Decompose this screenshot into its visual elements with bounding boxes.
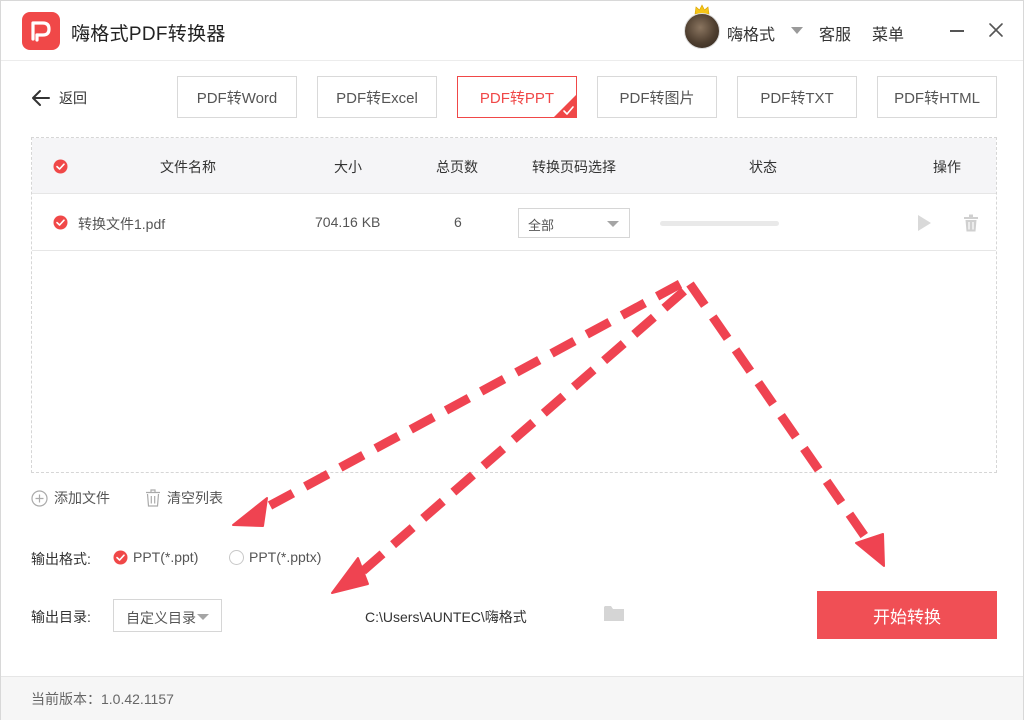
output-dir-select[interactable]: 自定义目录 bbox=[113, 599, 222, 632]
trash-icon[interactable] bbox=[963, 214, 979, 232]
output-dir-label: 输出目录: bbox=[31, 609, 91, 625]
table-header: 文件名称 大小 总页数 转换页码选择 状态 操作 bbox=[32, 138, 996, 194]
clear-list-button[interactable]: 清空列表 bbox=[145, 488, 223, 508]
select-all-checkbox[interactable] bbox=[53, 159, 68, 174]
conversion-progress bbox=[660, 221, 779, 226]
output-dir-path: C:\Users\AUNTEC\嗨格式 bbox=[365, 609, 527, 625]
format-radio-pptx[interactable]: PPT(*.pptx) bbox=[229, 549, 321, 565]
app-window: 嗨格式PDF转换器 嗨格式 客服 菜单 返回 PDF转Word PDF转Exce… bbox=[0, 0, 1024, 720]
file-name: 转换文件1.pdf bbox=[78, 216, 166, 232]
back-label: 返回 bbox=[59, 90, 87, 106]
add-file-button[interactable]: 添加文件 bbox=[31, 488, 110, 508]
menu-link[interactable]: 菜单 bbox=[872, 21, 904, 45]
output-dir-mode: 自定义目录 bbox=[126, 610, 196, 626]
start-convert-button[interactable]: 开始转换 bbox=[817, 591, 997, 639]
title-bar: 嗨格式PDF转换器 嗨格式 客服 菜单 bbox=[1, 1, 1023, 61]
tab-pdf-to-html[interactable]: PDF转HTML bbox=[877, 76, 997, 118]
file-size: 704.16 KB bbox=[315, 214, 381, 230]
check-icon bbox=[113, 550, 128, 564]
footer: 当前版本：1.0.42.1157 bbox=[1, 676, 1023, 720]
play-icon[interactable] bbox=[916, 214, 932, 232]
tab-pdf-to-image[interactable]: PDF转图片 bbox=[597, 76, 717, 118]
radio-circle-icon bbox=[229, 549, 244, 565]
tab-pdf-to-ppt-label: PDF转PPT bbox=[479, 89, 555, 107]
clear-list-label: 清空列表 bbox=[167, 490, 223, 506]
tab-pdf-to-txt[interactable]: PDF转TXT bbox=[737, 76, 857, 118]
format-pptx-label: PPT(*.pptx) bbox=[249, 549, 322, 565]
username[interactable]: 嗨格式 bbox=[727, 21, 775, 45]
table-row: 转换文件1.pdf 704.16 KB 6 全部 bbox=[32, 195, 996, 251]
customer-service-link[interactable]: 客服 bbox=[819, 21, 851, 45]
arrowhead-start-icon bbox=[855, 533, 885, 567]
page-range-select[interactable]: 全部 bbox=[518, 208, 630, 238]
check-icon bbox=[553, 94, 577, 118]
col-status: 状态 bbox=[749, 159, 777, 175]
avatar[interactable] bbox=[684, 13, 720, 49]
tab-pdf-to-excel[interactable]: PDF转Excel bbox=[317, 76, 437, 118]
plus-circle-icon bbox=[31, 489, 48, 507]
col-page-range: 转换页码选择 bbox=[532, 159, 616, 175]
tab-pdf-to-ppt[interactable]: PDF转PPT bbox=[457, 76, 577, 118]
arrowhead-dir-icon bbox=[331, 557, 369, 594]
format-radio-ppt[interactable]: PPT(*.ppt) bbox=[113, 549, 198, 565]
trash-icon bbox=[146, 489, 160, 507]
file-table: 文件名称 大小 总页数 转换页码选择 状态 操作 转换文件1.pdf 704.1… bbox=[31, 137, 997, 473]
version-text: 当前版本：1.0.42.1157 bbox=[31, 691, 174, 707]
arrowhead-format-icon bbox=[232, 497, 268, 527]
file-pages: 6 bbox=[454, 214, 462, 230]
back-arrow-icon bbox=[32, 90, 50, 106]
close-icon[interactable] bbox=[987, 21, 1005, 39]
tab-pdf-to-word[interactable]: PDF转Word bbox=[177, 76, 297, 118]
app-title: 嗨格式PDF转换器 bbox=[71, 24, 226, 45]
chevron-down-icon bbox=[197, 614, 209, 620]
col-file-name: 文件名称 bbox=[160, 159, 216, 175]
page-range-value: 全部 bbox=[528, 218, 555, 233]
col-actions: 操作 bbox=[933, 159, 961, 175]
folder-icon[interactable] bbox=[604, 605, 624, 622]
app-logo-icon bbox=[22, 12, 60, 50]
chevron-down-icon[interactable] bbox=[791, 27, 803, 34]
chevron-down-icon bbox=[607, 221, 619, 227]
row-checkbox[interactable] bbox=[53, 215, 68, 230]
minimize-icon[interactable] bbox=[950, 30, 964, 32]
col-pages: 总页数 bbox=[436, 159, 478, 175]
add-file-label: 添加文件 bbox=[54, 490, 110, 506]
format-ppt-label: PPT(*.ppt) bbox=[133, 549, 199, 565]
back-button[interactable]: 返回 bbox=[31, 87, 87, 109]
output-format-label: 输出格式: bbox=[31, 551, 91, 567]
col-size: 大小 bbox=[334, 159, 362, 175]
